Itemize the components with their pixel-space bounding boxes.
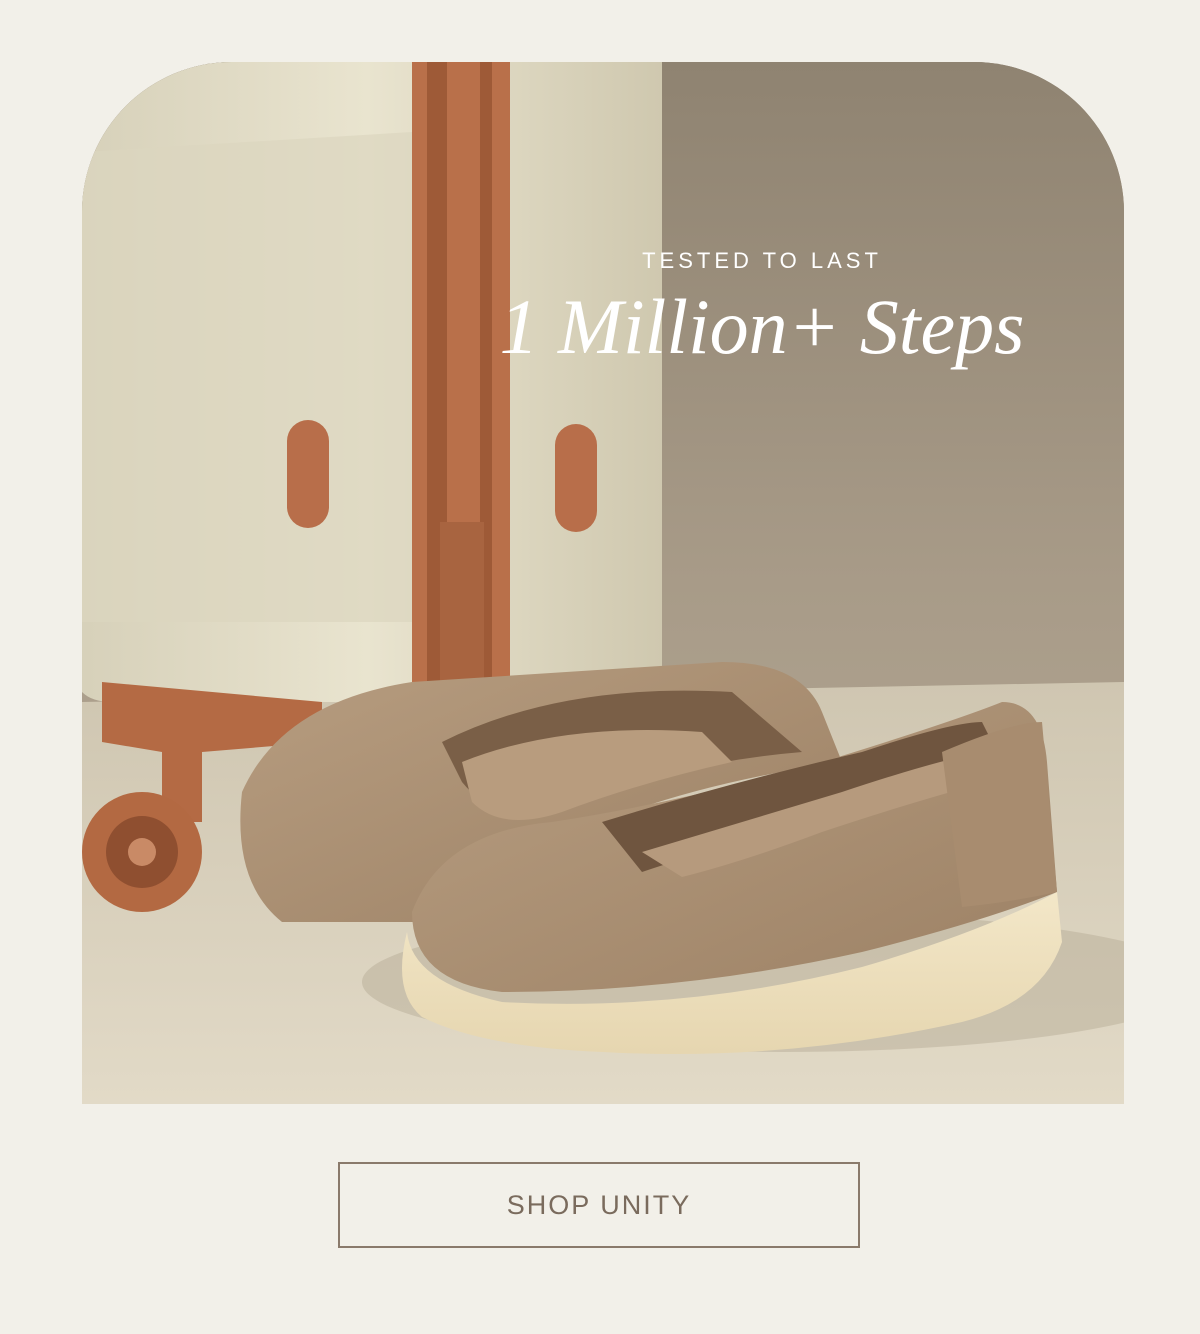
hero-headline: 1 Million+ Steps — [499, 283, 1025, 370]
hero-image[interactable]: TESTED TO LAST 1 Million+ Steps — [82, 62, 1124, 1104]
hero-eyebrow: TESTED TO LAST — [642, 248, 882, 273]
hero-photo — [82, 62, 1124, 1104]
shop-unity-button[interactable]: SHOP UNITY — [338, 1162, 860, 1248]
